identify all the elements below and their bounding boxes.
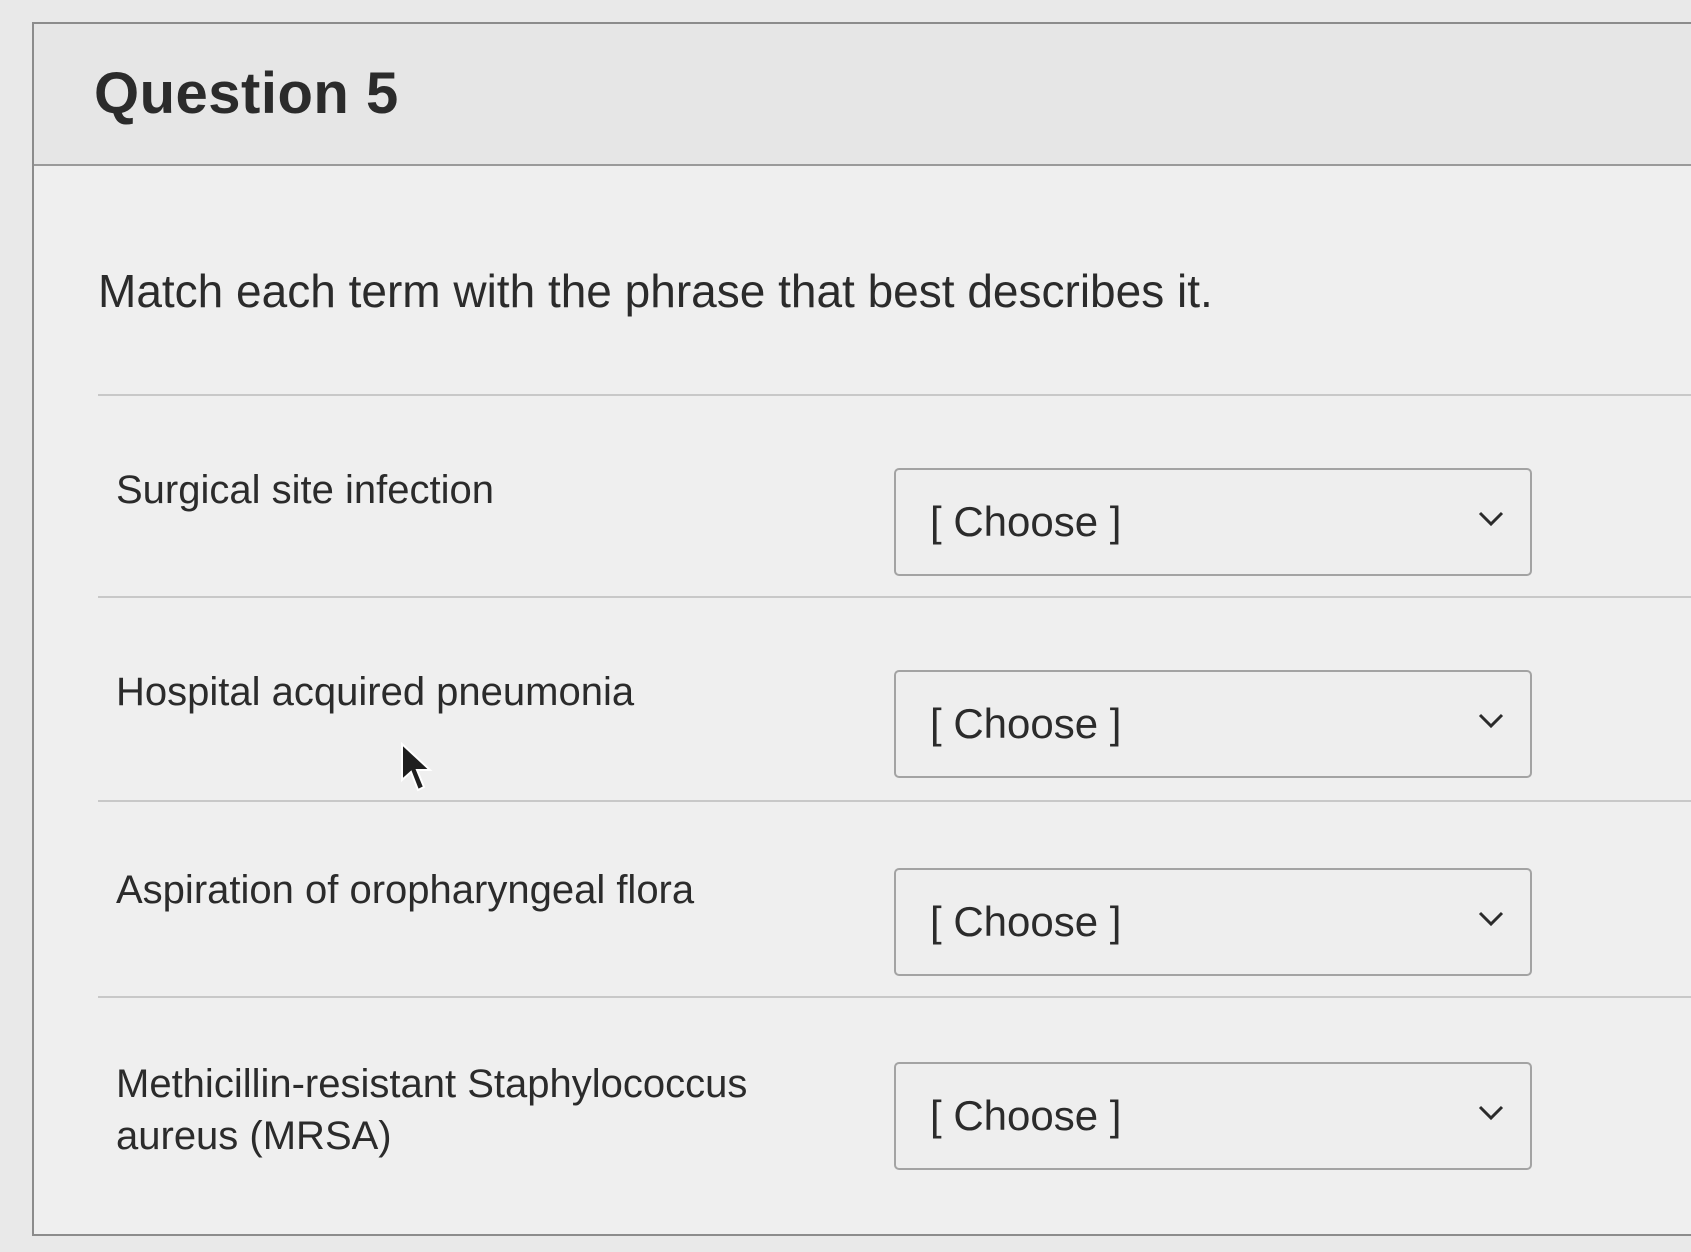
match-row-aspiration-of-oropharyngeal-flora: Aspiration of oropharyngeal flora [ Choo…	[98, 864, 1532, 1014]
chevron-down-icon	[1478, 511, 1504, 527]
divider	[98, 394, 1691, 396]
match-row-surgical-site-infection: Surgical site infection [ Choose ]	[98, 464, 1532, 614]
question-header: Question 5	[34, 24, 1691, 166]
chevron-down-icon	[1478, 713, 1504, 729]
question-card: Question 5 Match each term with the phra…	[32, 22, 1691, 1236]
dropdown-selected-value: [ Choose ]	[930, 700, 1122, 747]
answer-dropdown[interactable]: [ Choose ]	[894, 670, 1532, 778]
term-label: Aspiration of oropharyngeal flora	[116, 868, 695, 912]
question-title: Question 5	[94, 61, 399, 126]
chevron-down-icon	[1478, 1105, 1504, 1121]
dropdown-selected-value: [ Choose ]	[930, 898, 1122, 945]
match-row-mrsa: Methicillin-resistant Staphylococcus aur…	[98, 1058, 1532, 1208]
term-label: Methicillin-resistant Staphylococcus aur…	[116, 1062, 748, 1158]
chevron-down-icon	[1478, 911, 1504, 927]
match-row-hospital-acquired-pneumonia: Hospital acquired pneumonia [ Choose ]	[98, 666, 1532, 816]
divider	[98, 596, 1691, 598]
term-label: Surgical site infection	[116, 468, 494, 512]
divider	[98, 996, 1691, 998]
question-prompt: Match each term with the phrase that bes…	[98, 265, 1213, 317]
answer-dropdown[interactable]: [ Choose ]	[894, 468, 1532, 576]
answer-dropdown[interactable]: [ Choose ]	[894, 868, 1532, 976]
dropdown-selected-value: [ Choose ]	[930, 1092, 1122, 1139]
answer-dropdown[interactable]: [ Choose ]	[894, 1062, 1532, 1170]
mouse-cursor-icon	[401, 742, 433, 792]
term-label: Hospital acquired pneumonia	[116, 670, 635, 714]
divider	[98, 800, 1691, 802]
dropdown-selected-value: [ Choose ]	[930, 498, 1122, 545]
